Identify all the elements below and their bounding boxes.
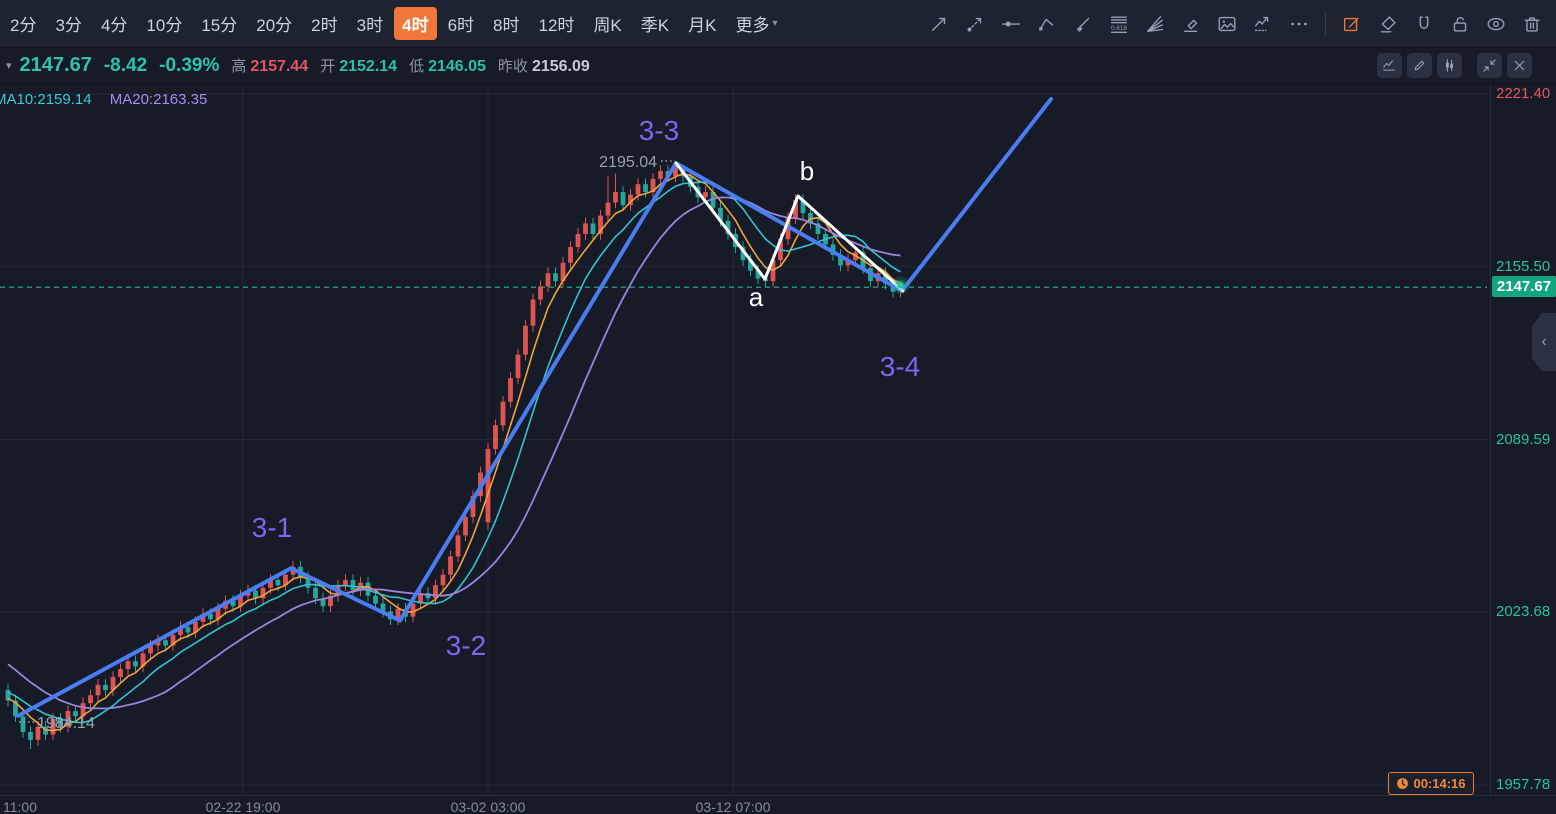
price-axis-label: 1957.78 — [1496, 776, 1550, 793]
prev-close-label: 昨收 — [498, 55, 528, 76]
more-label: 更多 — [735, 11, 769, 36]
symbol-infobar: ▾ 2147.67 -8.42 -0.39% 高2157.44 开2152.14… — [0, 48, 1556, 84]
horizontal-line-icon[interactable] — [999, 12, 1023, 36]
annotation-1984.14[interactable]: 1984.14 — [37, 715, 95, 732]
price-axis-label: 2023.68 — [1496, 603, 1550, 620]
timeframe-button[interactable]: 12时 — [531, 7, 583, 40]
timeframe-list: 2分3分4分10分15分20分2时3时4时6时8时12时周K季K月K更多▾ — [0, 7, 789, 40]
visibility-icon[interactable] — [1484, 12, 1508, 36]
trading-app: 2分3分4分10分15分20分2时3时4时6时8时12时周K季K月K更多▾ 0.… — [0, 0, 1556, 814]
ray-icon[interactable] — [963, 12, 987, 36]
ma-indicator-labels: MA10:2159.14 MA20:2163.35 — [0, 91, 207, 108]
gridlines — [0, 84, 1490, 795]
trend-line-icon[interactable] — [927, 12, 951, 36]
annotation-3-3[interactable]: 3-3 — [639, 115, 679, 146]
annotation-2195.04[interactable]: 2195.04 — [599, 154, 657, 171]
chevron-down-icon: ▾ — [772, 18, 777, 29]
timeframe-button[interactable]: 4分 — [93, 7, 135, 40]
open-label: 开 — [320, 55, 335, 76]
timeframe-button[interactable]: 季K — [633, 7, 677, 40]
candlestick-series — [6, 163, 903, 749]
timeframe-button[interactable]: 6时 — [440, 7, 482, 40]
countdown-value: 00:14:16 — [1413, 776, 1465, 791]
low-label: 低 — [409, 55, 424, 76]
eraser-icon[interactable] — [1376, 12, 1400, 36]
collapse-button[interactable] — [1477, 53, 1502, 78]
brush-icon[interactable] — [1071, 12, 1095, 36]
polyline-icon[interactable] — [1035, 12, 1059, 36]
delete-icon[interactable] — [1520, 12, 1544, 36]
marker-icon[interactable] — [1179, 12, 1203, 36]
more-tools-icon[interactable] — [1287, 12, 1311, 36]
more-timeframes-button[interactable]: 更多▾ — [727, 7, 785, 40]
close-button[interactable] — [1507, 53, 1532, 78]
price-axis-label: 2155.50 — [1496, 258, 1550, 275]
wave-icon[interactable] — [1251, 12, 1275, 36]
chart-canvas[interactable]: 3-1 3-2 3-3 3-4 a b 2195.04 1984.14 — [0, 84, 1490, 795]
last-price: 2147.67 — [20, 54, 92, 77]
unlock-icon[interactable] — [1448, 12, 1472, 36]
countdown-timer: 00:14:16 — [1388, 772, 1474, 795]
timeframe-button[interactable]: 周K — [585, 7, 629, 40]
time-axis-label: 02-22 19:00 — [206, 799, 281, 814]
timeframe-button[interactable]: 2时 — [303, 7, 345, 40]
drawing-toolbar: 0.618 — [927, 12, 1556, 36]
price-axis-label: 2221.40 — [1496, 85, 1550, 102]
price-chart[interactable]: MA10:2159.14 MA20:2163.35 3-1 3-2 3-3 3-4 a b… — [0, 84, 1490, 795]
ma10-label: MA10:2159.14 — [0, 91, 92, 108]
ma20-label: MA20:2163.35 — [110, 91, 208, 108]
time-axis-label: 11:00 — [3, 799, 37, 814]
magnet-icon[interactable] — [1412, 12, 1436, 36]
timeframe-button[interactable]: 15分 — [193, 7, 245, 40]
annotation-3-1[interactable]: 3-1 — [252, 512, 292, 543]
timeframe-button[interactable]: 月K — [680, 7, 724, 40]
fib-retracement-icon[interactable]: 0.618 — [1107, 12, 1131, 36]
current-price-badge: 2147.67 — [1492, 276, 1556, 297]
timeframe-button[interactable]: 8时 — [485, 7, 527, 40]
chart-style-button[interactable] — [1377, 53, 1402, 78]
timeframe-button[interactable]: 10分 — [138, 7, 190, 40]
toolbar-divider — [1325, 13, 1326, 35]
edit-icon[interactable] — [1340, 12, 1364, 36]
panel-collapse-tab[interactable]: ‹ — [1532, 313, 1556, 371]
low-value: 2146.05 — [428, 58, 486, 76]
image-icon[interactable] — [1215, 12, 1239, 36]
gann-fan-icon[interactable] — [1143, 12, 1167, 36]
high-value: 2157.44 — [250, 58, 308, 76]
annotation-a[interactable]: a — [749, 282, 764, 312]
price-axis-label: 2089.59 — [1496, 431, 1550, 448]
annotation-3-4[interactable]: 3-4 — [880, 351, 920, 382]
edit-note-button[interactable] — [1407, 53, 1432, 78]
timeframe-button[interactable]: 2分 — [2, 7, 44, 40]
time-axis[interactable]: 11:00 02-22 19:00 03-02 03:00 03-12 07:00 — [0, 795, 1556, 814]
timeframe-button[interactable]: 3时 — [349, 7, 391, 40]
price-change: -8.42 — [104, 55, 147, 77]
annotation-3-2[interactable]: 3-2 — [446, 630, 486, 661]
timeframe-button[interactable]: 4时 — [394, 7, 436, 40]
price-axis[interactable]: 2221.40 2155.50 2089.59 2023.68 1957.78 2147.… — [1490, 84, 1556, 795]
timeframe-button[interactable]: 3分 — [47, 7, 89, 40]
time-axis-label: 03-12 07:00 — [696, 799, 771, 814]
symbol-dropdown-caret-icon[interactable]: ▾ — [6, 59, 12, 72]
clock-icon — [1396, 777, 1409, 790]
time-axis-label: 03-02 03:00 — [451, 799, 526, 814]
price-change-pct: -0.39% — [159, 55, 219, 77]
open-value: 2152.14 — [339, 58, 397, 76]
annotation-b[interactable]: b — [800, 156, 814, 186]
svg-text:0.618: 0.618 — [1111, 24, 1127, 31]
chart-toolbar: 2分3分4分10分15分20分2时3时4时6时8时12时周K季K月K更多▾ 0.… — [0, 0, 1556, 48]
high-label: 高 — [231, 55, 246, 76]
prev-close-value: 2156.09 — [532, 58, 590, 76]
timeframe-button[interactable]: 20分 — [248, 7, 300, 40]
last-price-dot — [897, 282, 903, 288]
candle-style-button[interactable] — [1437, 53, 1462, 78]
chart-quick-buttons — [1377, 53, 1532, 78]
